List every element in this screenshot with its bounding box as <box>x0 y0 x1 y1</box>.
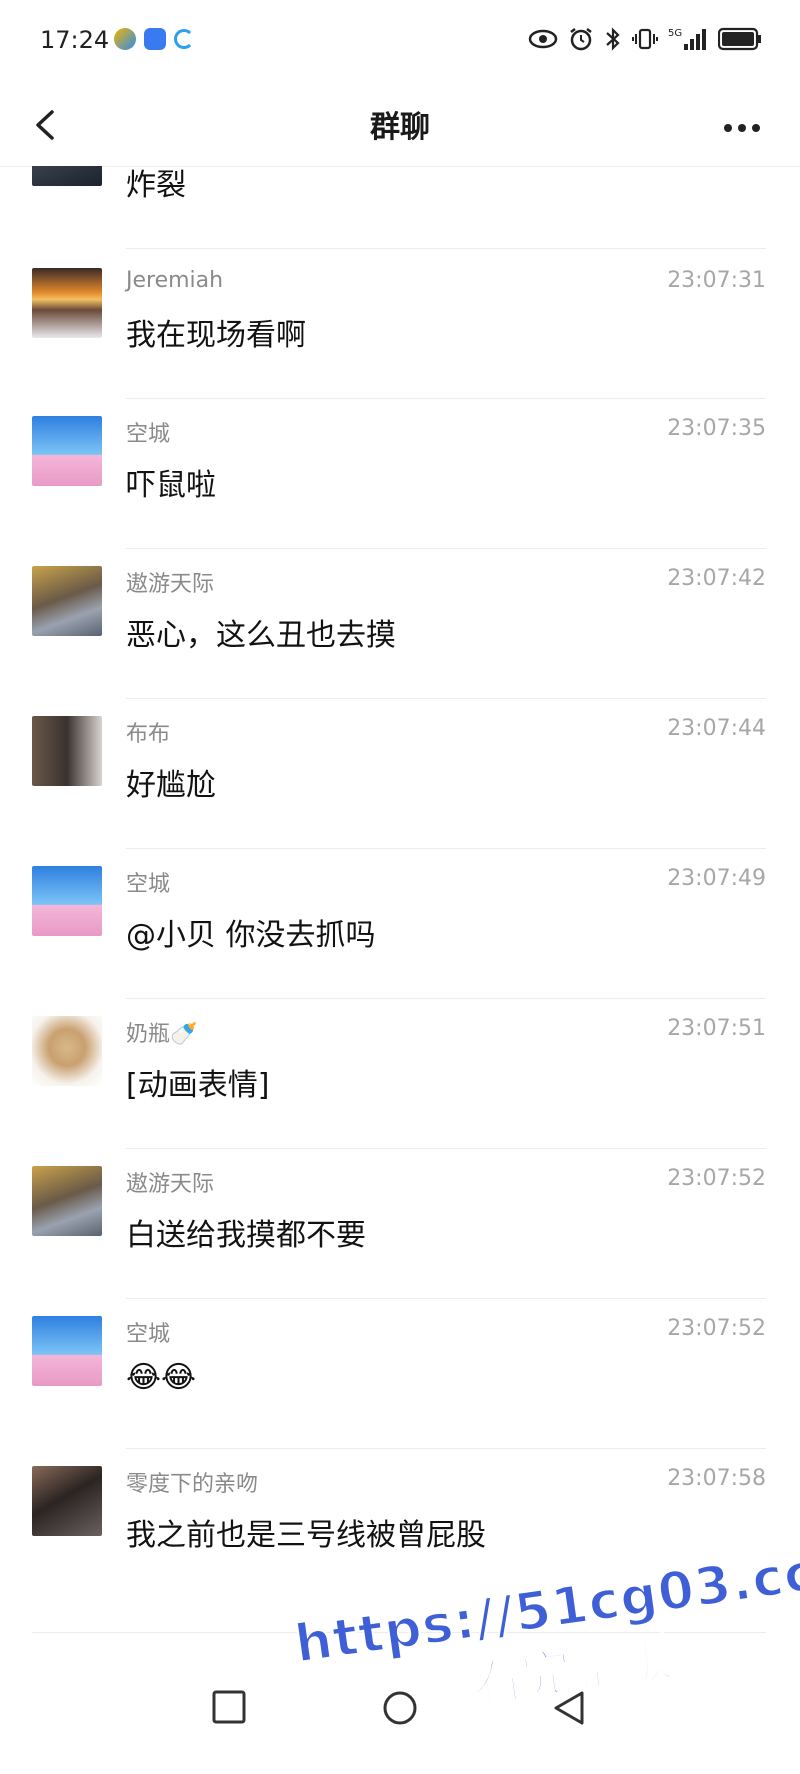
sender-name: 遨游天际 <box>126 1172 215 1197</box>
avatar[interactable] <box>32 866 102 936</box>
message-time: 23:07:52 <box>667 1166 766 1191</box>
message-list[interactable]: 炸裂 Jeremiah 23:07:31 我在现场看啊 空城 23:07:35 … <box>0 166 800 1636</box>
divider <box>32 1632 766 1633</box>
avatar[interactable] <box>32 416 102 486</box>
list-item[interactable]: 空城 23:07:52 😂😂 <box>0 1316 800 1466</box>
message-text: @小贝 你没去抓吗 <box>126 918 376 953</box>
sender-name: 空城 <box>126 872 171 897</box>
message-text: 吓鼠啦 <box>126 468 216 503</box>
avatar[interactable] <box>32 1466 102 1536</box>
list-item[interactable]: Jeremiah 23:07:31 我在现场看啊 <box>0 266 800 416</box>
message-text: 炸裂 <box>126 168 186 203</box>
sender-name: 零度下的亲吻 <box>126 1472 259 1497</box>
message-text: 我在现场看啊 <box>126 318 306 353</box>
more-dots-icon <box>724 124 760 132</box>
divider <box>126 398 766 399</box>
system-nav-bar <box>0 1640 800 1772</box>
message-time: 23:07:51 <box>667 1016 766 1041</box>
chat-header: 群聊 <box>0 90 800 167</box>
avatar[interactable] <box>32 1316 102 1386</box>
more-button[interactable] <box>720 108 764 148</box>
message-text: [动画表情] <box>126 1068 270 1103</box>
status-time: 17:24 <box>40 26 110 54</box>
divider <box>126 248 766 249</box>
sender-name: Jeremiah <box>126 268 224 293</box>
sender-name: 遨游天际 <box>126 572 215 597</box>
home-circle-icon <box>383 1691 417 1725</box>
back-nav-button[interactable] <box>552 1690 586 1730</box>
message-text: 我之前也是三号线被曾屁股 <box>126 1518 486 1553</box>
message-text: 好尴尬 <box>126 768 216 803</box>
loading-ring-icon <box>174 29 194 49</box>
list-item[interactable]: 空城 23:07:35 吓鼠啦 <box>0 416 800 566</box>
sender-name: 空城 <box>126 1322 171 1347</box>
recent-apps-square-icon <box>212 1690 246 1724</box>
list-item[interactable]: 炸裂 <box>0 166 800 266</box>
message-text: 😂😂 <box>126 1360 197 1395</box>
divider <box>126 548 766 549</box>
recent-apps-button[interactable] <box>212 1690 246 1728</box>
list-item[interactable]: 零度下的亲吻 23:07:58 我之前也是三号线被曾屁股 <box>0 1466 800 1616</box>
status-right-icons: 5G <box>528 26 762 52</box>
message-time: 23:07:49 <box>667 866 766 891</box>
sender-name: 奶瓶🍼 <box>126 1022 198 1047</box>
weather-app-icon <box>114 28 136 50</box>
avatar[interactable] <box>32 716 102 786</box>
messages-app-icon <box>144 28 166 50</box>
status-bar: 17:24 5G <box>0 0 800 90</box>
list-item[interactable]: 遨游天际 23:07:42 恶心，这么丑也去摸 <box>0 566 800 716</box>
list-item[interactable]: 奶瓶🍼 23:07:51 [动画表情] <box>0 1016 800 1166</box>
message-time: 23:07:31 <box>667 268 766 293</box>
signal-5g-icon: 5G <box>668 28 706 50</box>
vibrate-icon <box>632 28 658 50</box>
message-time: 23:07:44 <box>667 716 766 741</box>
list-item[interactable]: 遨游天际 23:07:52 白送给我摸都不要 <box>0 1166 800 1316</box>
message-text: 白送给我摸都不要 <box>126 1218 366 1253</box>
divider <box>126 1148 766 1149</box>
divider <box>126 698 766 699</box>
message-time: 23:07:52 <box>667 1316 766 1341</box>
back-triangle-icon <box>554 1691 584 1725</box>
divider <box>126 1448 766 1449</box>
avatar[interactable] <box>32 1016 102 1086</box>
chat-title: 群聊 <box>370 110 430 145</box>
message-time: 23:07:42 <box>667 566 766 591</box>
message-text: 恶心，这么丑也去摸 <box>126 618 396 653</box>
avatar[interactable] <box>32 268 102 338</box>
eye-icon <box>528 29 558 49</box>
avatar[interactable] <box>32 166 102 186</box>
alarm-icon <box>570 28 592 51</box>
home-button[interactable] <box>382 1690 418 1730</box>
divider <box>126 998 766 999</box>
sender-name: 布布 <box>126 722 171 747</box>
divider <box>126 848 766 849</box>
message-time: 23:07:58 <box>667 1466 766 1491</box>
svg-text:5G: 5G <box>668 28 682 39</box>
status-app-icons <box>114 28 194 50</box>
list-item[interactable]: 布布 23:07:44 好尴尬 <box>0 716 800 866</box>
bluetooth-icon <box>606 27 620 51</box>
list-item[interactable]: 空城 23:07:49 @小贝 你没去抓吗 <box>0 866 800 1016</box>
avatar[interactable] <box>32 1166 102 1236</box>
message-time: 23:07:35 <box>667 416 766 441</box>
sender-name: 空城 <box>126 422 171 447</box>
divider <box>126 1298 766 1299</box>
avatar[interactable] <box>32 566 102 636</box>
battery-icon <box>718 27 761 51</box>
